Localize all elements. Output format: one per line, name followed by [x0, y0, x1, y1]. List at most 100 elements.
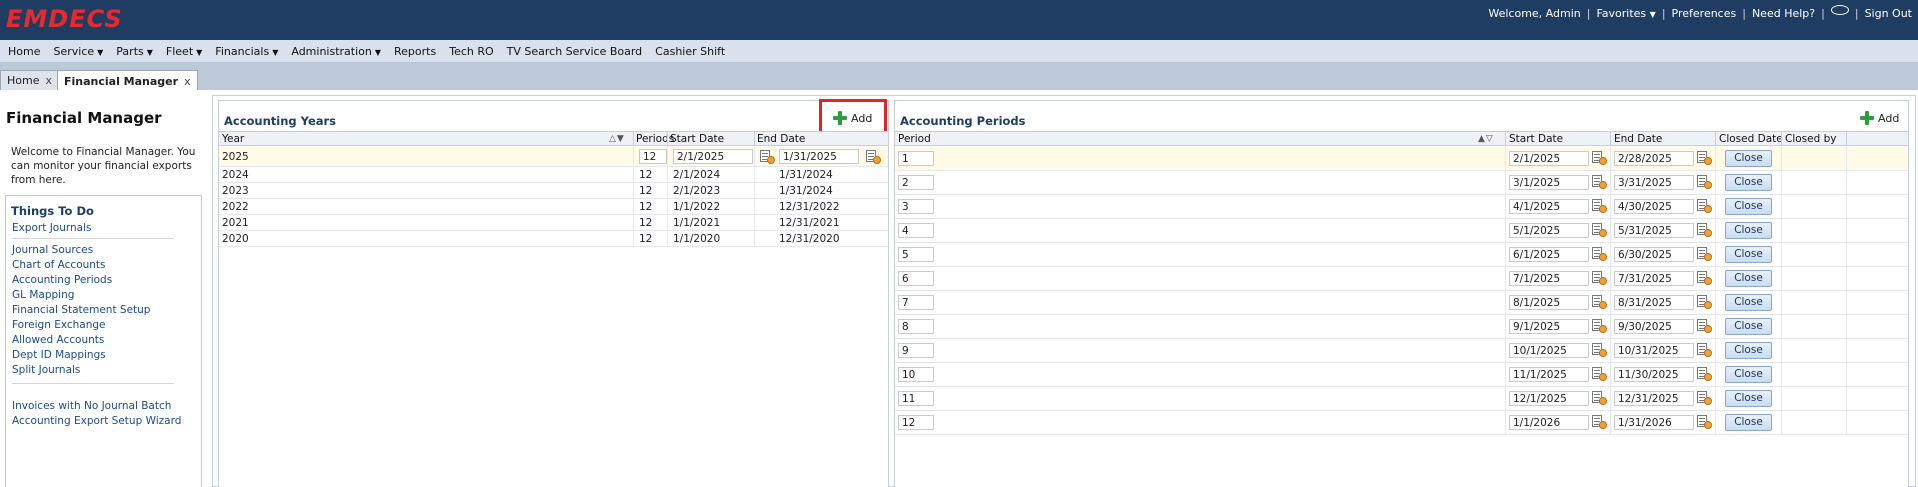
- menu-item-tv-search-service-board[interactable]: TV Search Service Board: [507, 45, 643, 58]
- period-input[interactable]: 11: [898, 391, 934, 406]
- menu-item-label[interactable]: Administration: [291, 45, 372, 58]
- period-input[interactable]: 12: [898, 415, 934, 430]
- close-period-button[interactable]: Close: [1725, 342, 1772, 359]
- calendar-icon[interactable]: [1697, 223, 1712, 237]
- menu-item-label[interactable]: Fleet: [166, 45, 193, 58]
- table-row[interactable]: 1 2/1/2025 2/28/2025 Close: [895, 147, 1908, 171]
- todo-link[interactable]: Chart of Accounts: [12, 259, 106, 271]
- column-header-closed-by[interactable]: Closed by: [1785, 133, 1837, 145]
- sort-icon[interactable]: △▼: [609, 134, 625, 144]
- menu-item-tech-ro[interactable]: Tech RO: [449, 45, 493, 58]
- app-logo[interactable]: EMDECS: [6, 5, 123, 33]
- calendar-icon[interactable]: [1592, 247, 1607, 261]
- tab-label[interactable]: Financial Manager: [64, 75, 178, 88]
- start-date-input[interactable]: 5/1/2025: [1509, 223, 1589, 238]
- calendar-icon[interactable]: [1697, 319, 1712, 333]
- todo-link[interactable]: GL Mapping: [12, 289, 74, 301]
- todo-link[interactable]: Journal Sources: [12, 244, 93, 256]
- start-date-input[interactable]: 12/1/2025: [1509, 391, 1589, 406]
- table-row[interactable]: 2023 12 2/1/2023 1/31/2024: [219, 183, 888, 199]
- calendar-icon[interactable]: [1592, 391, 1607, 405]
- menu-item-label[interactable]: Service: [53, 45, 94, 58]
- column-header-start-date[interactable]: Start Date: [670, 133, 724, 145]
- close-period-button[interactable]: Close: [1725, 270, 1772, 287]
- table-row[interactable]: 12 1/1/2026 1/31/2026 Close: [895, 411, 1908, 435]
- calendar-icon[interactable]: [866, 150, 881, 164]
- calendar-icon[interactable]: [1697, 367, 1712, 381]
- calendar-icon[interactable]: [760, 150, 775, 164]
- start-date-input[interactable]: 10/1/2025: [1509, 343, 1589, 358]
- calendar-icon[interactable]: [1592, 367, 1607, 381]
- close-icon[interactable]: x: [45, 74, 52, 87]
- end-date-input[interactable]: 7/31/2025: [1614, 271, 1694, 286]
- period-input[interactable]: 7: [898, 295, 934, 310]
- table-row[interactable]: 9 10/1/2025 10/31/2025 Close: [895, 339, 1908, 363]
- calendar-icon[interactable]: [1592, 415, 1607, 429]
- end-date-input[interactable]: 1/31/2026: [1614, 415, 1694, 430]
- tab-financial-manager[interactable]: Financial Manager x: [57, 70, 198, 91]
- end-date-input[interactable]: 5/31/2025: [1614, 223, 1694, 238]
- start-date-input[interactable]: 1/1/2026: [1509, 415, 1589, 430]
- todo-link[interactable]: Split Journals: [12, 364, 80, 376]
- period-input[interactable]: 5: [898, 247, 934, 262]
- add-period-button[interactable]: Add: [1860, 111, 1899, 125]
- start-date-input[interactable]: 2/1/2025: [1509, 151, 1589, 166]
- todo-link[interactable]: Financial Statement Setup: [12, 304, 150, 316]
- period-input[interactable]: 2: [898, 175, 934, 190]
- periods-input[interactable]: 12: [639, 149, 667, 164]
- close-icon[interactable]: x: [184, 75, 191, 88]
- close-period-button[interactable]: Close: [1725, 318, 1772, 335]
- close-period-button[interactable]: Close: [1725, 366, 1772, 383]
- calendar-icon[interactable]: [1697, 391, 1712, 405]
- start-date-input[interactable]: 9/1/2025: [1509, 319, 1589, 334]
- period-input[interactable]: 10: [898, 367, 934, 382]
- close-period-button[interactable]: Close: [1725, 294, 1772, 311]
- calendar-icon[interactable]: [1592, 295, 1607, 309]
- close-period-button[interactable]: Close: [1725, 246, 1772, 263]
- todo-link[interactable]: Export Journals: [12, 222, 92, 234]
- menu-item-label[interactable]: Financials: [215, 45, 269, 58]
- period-input[interactable]: 4: [898, 223, 934, 238]
- close-period-button[interactable]: Close: [1725, 390, 1772, 407]
- menu-item-reports[interactable]: Reports: [394, 45, 436, 58]
- start-date-input[interactable]: 3/1/2025: [1509, 175, 1589, 190]
- add-label[interactable]: Add: [1878, 112, 1899, 125]
- table-row[interactable]: 5 6/1/2025 6/30/2025 Close: [895, 243, 1908, 267]
- column-header-end-date[interactable]: End Date: [1614, 133, 1662, 145]
- calendar-icon[interactable]: [1697, 247, 1712, 261]
- menu-item-parts[interactable]: Parts ▼: [116, 45, 153, 58]
- need-help-link[interactable]: Need Help?: [1752, 7, 1815, 20]
- calendar-icon[interactable]: [1697, 343, 1712, 357]
- close-period-button[interactable]: Close: [1725, 222, 1772, 239]
- calendar-icon[interactable]: [1592, 199, 1607, 213]
- todo-link[interactable]: Dept ID Mappings: [12, 349, 106, 361]
- todo-link[interactable]: Foreign Exchange: [12, 319, 106, 331]
- column-header-period[interactable]: Period: [898, 133, 931, 145]
- chat-icon[interactable]: [1830, 4, 1849, 15]
- table-row[interactable]: 10 11/1/2025 11/30/2025 Close: [895, 363, 1908, 387]
- end-date-input[interactable]: 12/31/2025: [1614, 391, 1694, 406]
- start-date-input[interactable]: 2/1/2025: [673, 149, 753, 164]
- calendar-icon[interactable]: [1592, 151, 1607, 165]
- menu-item-label[interactable]: Home: [8, 45, 40, 58]
- period-input[interactable]: 6: [898, 271, 934, 286]
- close-period-button[interactable]: Close: [1725, 174, 1772, 191]
- column-header-start-date[interactable]: Start Date: [1509, 133, 1563, 145]
- table-row[interactable]: 11 12/1/2025 12/31/2025 Close: [895, 387, 1908, 411]
- end-date-input[interactable]: 11/30/2025: [1614, 367, 1694, 382]
- close-period-button[interactable]: Close: [1725, 414, 1772, 431]
- end-date-input[interactable]: 10/31/2025: [1614, 343, 1694, 358]
- todo-link[interactable]: Invoices with No Journal Batch: [12, 400, 171, 412]
- menu-item-label[interactable]: TV Search Service Board: [507, 45, 643, 58]
- calendar-icon[interactable]: [1697, 295, 1712, 309]
- end-date-input[interactable]: 4/30/2025: [1614, 199, 1694, 214]
- calendar-icon[interactable]: [1697, 151, 1712, 165]
- end-date-input[interactable]: 9/30/2025: [1614, 319, 1694, 334]
- table-row[interactable]: 3 4/1/2025 4/30/2025 Close: [895, 195, 1908, 219]
- menu-item-home[interactable]: Home: [8, 45, 40, 58]
- table-row[interactable]: 2022 12 1/1/2022 12/31/2022: [219, 199, 888, 215]
- table-row[interactable]: 2 3/1/2025 3/31/2025 Close: [895, 171, 1908, 195]
- start-date-input[interactable]: 6/1/2025: [1509, 247, 1589, 262]
- menu-item-service[interactable]: Service ▼: [53, 45, 103, 58]
- end-date-input[interactable]: 2/28/2025: [1614, 151, 1694, 166]
